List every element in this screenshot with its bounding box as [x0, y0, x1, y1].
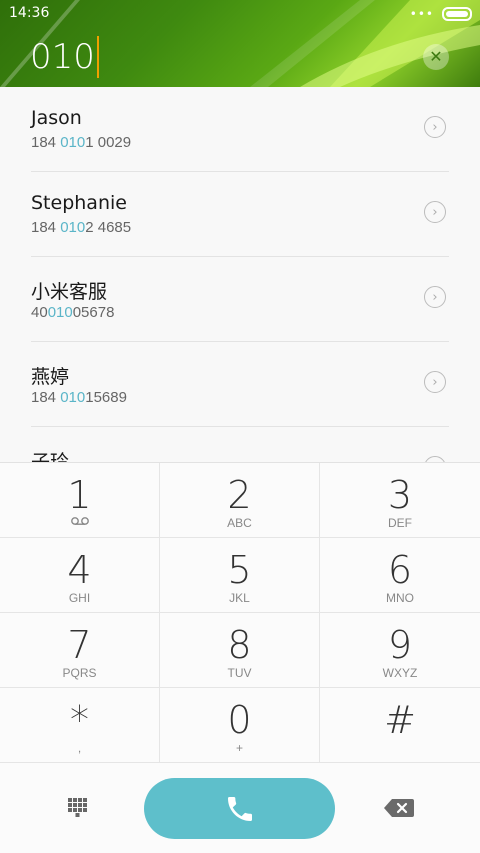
contact-row[interactable]: Jason 184 0101 0029 ›	[31, 87, 449, 172]
phone-icon	[227, 796, 252, 821]
key-digit: 2	[227, 473, 252, 517]
key-letters: JKL	[229, 591, 250, 605]
dialer-header: 14:36 ••• 010 ✕	[0, 0, 480, 87]
contact-number: 184 0102 4685	[31, 219, 132, 236]
key-digit: 4	[67, 548, 92, 592]
contact-number: 184 01015689	[31, 389, 127, 406]
battery-icon	[442, 7, 472, 21]
clear-button[interactable]: ✕	[423, 44, 449, 70]
contact-name: 燕婷	[31, 366, 70, 388]
key-digit: *	[70, 698, 89, 742]
voicemail-icon	[0, 516, 159, 526]
contact-detail-button[interactable]: ›	[424, 116, 446, 138]
key-digit: 8	[227, 623, 252, 667]
chevron-right-icon: ›	[432, 374, 438, 390]
contact-name: 子玲	[31, 451, 70, 462]
key-1[interactable]: 1	[0, 463, 160, 538]
key-letters: PQRS	[62, 666, 97, 680]
number-match: 010	[60, 389, 86, 406]
chevron-right-icon: ›	[432, 119, 438, 135]
dial-keypad: 1 2 ABC 3 DEF 4 GHI 5 JKL 6 MNO 7 PQRS 8…	[0, 462, 480, 765]
key-digit: 5	[227, 548, 252, 592]
key-letters: ABC	[227, 516, 252, 530]
key-letters: +	[235, 741, 243, 755]
key-digit: 6	[387, 548, 413, 592]
number-match: 010	[60, 134, 86, 151]
key-letters: ,	[77, 741, 82, 755]
contact-row[interactable]: 子玲 ›	[31, 427, 449, 462]
key-hash[interactable]: #	[320, 688, 480, 763]
dial-input[interactable]: 010	[30, 36, 99, 78]
key-5[interactable]: 5 JKL	[160, 538, 320, 613]
contact-detail-button[interactable]: ›	[424, 371, 446, 393]
key-digit: 7	[67, 623, 92, 667]
dialer-action-bar	[0, 764, 480, 853]
contact-name: 小米客服	[31, 281, 108, 303]
key-letters: WXYZ	[382, 666, 418, 680]
contact-detail-button[interactable]: ›	[424, 201, 446, 223]
number-match: 010	[47, 304, 73, 321]
dialpad-toggle-button[interactable]	[64, 794, 94, 824]
chevron-right-icon: ›	[432, 289, 438, 305]
key-letters: GHI	[68, 591, 91, 605]
dial-input-value: 010	[30, 37, 95, 77]
number-match: 010	[60, 219, 86, 236]
key-6[interactable]: 6 MNO	[320, 538, 480, 613]
contact-name: Jason	[31, 107, 82, 129]
dialpad-icon	[68, 798, 87, 817]
contact-row[interactable]: Stephanie 184 0102 4685 ›	[31, 172, 449, 257]
key-letters: DEF	[388, 516, 412, 530]
backspace-icon	[384, 799, 414, 817]
key-2[interactable]: 2 ABC	[160, 463, 320, 538]
key-digit: 3	[387, 473, 413, 517]
contact-number: 4001005678	[31, 304, 115, 321]
text-cursor	[96, 36, 99, 78]
key-8[interactable]: 8 TUV	[160, 613, 320, 688]
key-digit: #	[384, 698, 416, 742]
key-digit: 1	[67, 473, 92, 517]
key-7[interactable]: 7 PQRS	[0, 613, 160, 688]
contact-row[interactable]: 小米客服 4001005678 ›	[31, 257, 449, 342]
contact-row[interactable]: 燕婷 184 01015689 ›	[31, 342, 449, 427]
signal-dots: •••	[409, 7, 434, 21]
key-digit: 9	[387, 623, 413, 667]
key-9[interactable]: 9 WXYZ	[320, 613, 480, 688]
clear-icon: ✕	[429, 47, 443, 66]
call-button[interactable]	[144, 778, 335, 839]
chevron-right-icon: ›	[432, 204, 438, 220]
key-3[interactable]: 3 DEF	[320, 463, 480, 538]
key-letters: TUV	[227, 666, 252, 680]
contact-name: Stephanie	[31, 192, 127, 214]
contact-number: 184 0101 0029	[31, 134, 132, 151]
status-icons: •••	[410, 7, 472, 21]
status-time: 14:36	[9, 5, 50, 21]
key-letters: MNO	[386, 591, 414, 605]
key-digit: 0	[227, 698, 252, 742]
contact-results-list[interactable]: Jason 184 0101 0029 › Stephanie 184 0102…	[0, 87, 480, 462]
backspace-button[interactable]	[383, 797, 415, 819]
key-star[interactable]: * ,	[0, 688, 160, 763]
key-0[interactable]: 0 +	[160, 688, 320, 763]
contact-detail-button[interactable]: ›	[424, 286, 446, 308]
key-4[interactable]: 4 GHI	[0, 538, 160, 613]
